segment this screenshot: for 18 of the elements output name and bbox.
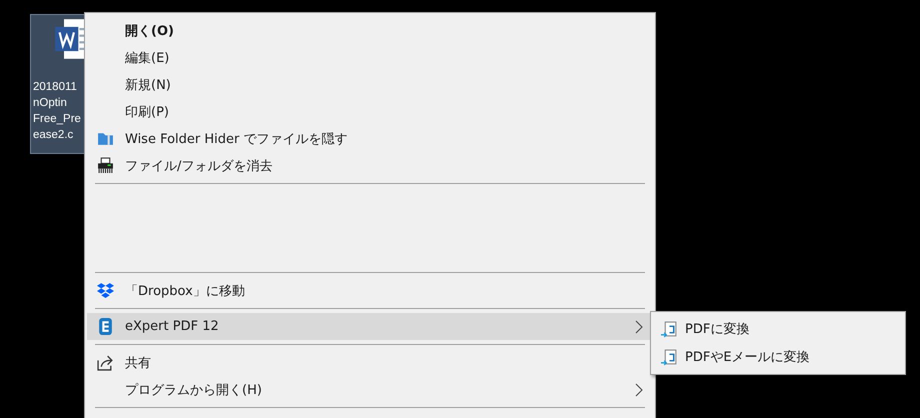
menu-item[interactable]: PDFに変換: [653, 315, 903, 343]
app-icon: [96, 318, 114, 335]
pdf-convert-icon: [660, 320, 678, 338]
menu-item[interactable]: eXpert PDF 12: [87, 313, 653, 340]
dropbox-icon: [96, 282, 114, 299]
file-name-text: 2018011: [33, 80, 77, 95]
folder-icon: [96, 130, 114, 147]
menu-item[interactable]: プログラムから開く(H): [87, 376, 653, 403]
menu-item[interactable]: 「Dropbox」に移動: [87, 277, 653, 304]
menu-item[interactable]: ファイル/フォルダを消去: [87, 152, 653, 179]
menu-item[interactable]: PDFやEメールに変換: [653, 343, 903, 371]
file-name-text: nOptin: [33, 96, 67, 111]
shredder-icon: [96, 157, 114, 174]
pdf-convert-icon: [660, 348, 678, 366]
file-name-text: Free_Pre: [33, 112, 81, 127]
share-icon: [96, 354, 114, 371]
menu-item[interactable]: 共有: [87, 349, 653, 376]
file-name-text: ease2.c: [33, 128, 74, 143]
